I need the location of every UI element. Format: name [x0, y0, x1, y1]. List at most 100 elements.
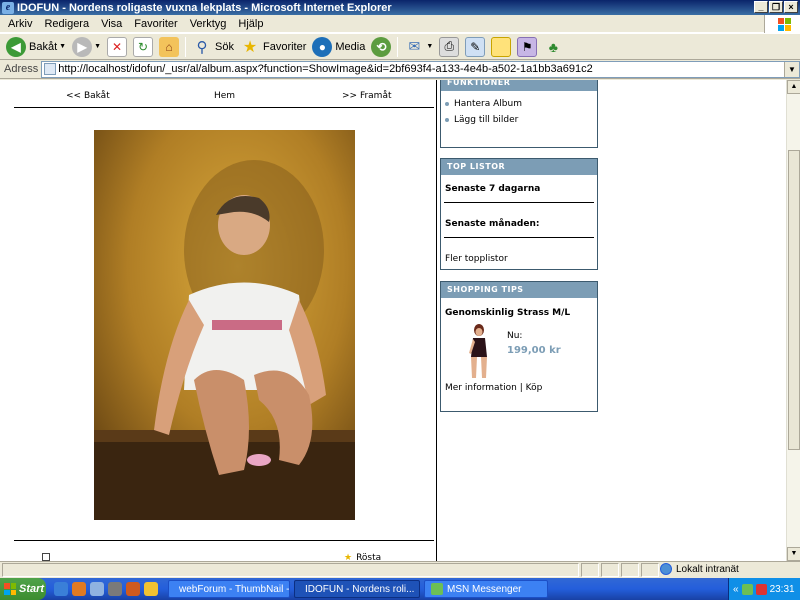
forward-button[interactable]: ▶ ▼	[69, 35, 104, 58]
restore-button[interactable]: ❐	[769, 1, 783, 13]
chevron-down-icon: ▼	[59, 43, 67, 50]
last-7-days-label: Senaste 7 dagarna	[445, 184, 541, 194]
chevron-down-icon: ▼	[94, 43, 102, 50]
print-button[interactable]: ⎙	[436, 35, 462, 58]
discuss-button[interactable]	[488, 35, 514, 58]
search-button[interactable]: ⚲ Sök	[189, 35, 237, 58]
media-button[interactable]: ● Media	[309, 35, 368, 58]
start-label: Start	[19, 583, 45, 595]
menu-bar: Arkiv Redigera Visa Favoriter Verktyg Hj…	[0, 15, 800, 33]
app-quicklaunch-icon[interactable]	[72, 582, 86, 596]
comment-icon	[42, 553, 50, 561]
menu-redigera[interactable]: Redigera	[38, 18, 95, 30]
manage-album-link[interactable]: Hantera Album	[454, 99, 522, 109]
product-image[interactable]	[461, 323, 497, 379]
desktop-quicklaunch-icon[interactable]	[90, 582, 104, 596]
taskbar-item-messenger[interactable]: MSN Messenger	[424, 580, 548, 598]
refresh-icon: ↻	[133, 36, 154, 57]
research-icon: ⚑	[517, 36, 538, 57]
refresh-button[interactable]: ↻	[130, 35, 156, 58]
standard-toolbar: ◀ Bakåt ▼ ▶ ▼ ✕ ↻ ⌂ ⚲ Sök ★ Favoriter ● …	[0, 33, 800, 60]
research-button[interactable]: ⚑	[514, 35, 540, 58]
windows-flag-icon	[4, 583, 16, 595]
link-divider: |	[519, 383, 523, 393]
taskbar-item-idofun[interactable]: IDOFUN - Nordens roli...	[294, 580, 420, 598]
app-quicklaunch-icon[interactable]	[108, 582, 122, 596]
edit-button[interactable]: ✎	[462, 35, 488, 58]
home-button[interactable]: ⌂	[156, 35, 182, 58]
mail-icon: ✉	[408, 38, 421, 54]
shopping-tips-box: SHOPPING TIPS Genomskinlig Strass M/L Nu…	[440, 281, 598, 412]
messenger-button[interactable]: ♣	[540, 35, 566, 58]
menu-favoriter[interactable]: Favoriter	[128, 18, 183, 30]
start-button[interactable]: Start	[0, 578, 46, 600]
tray-expand-button[interactable]: «	[733, 584, 739, 595]
scrollbar-thumb[interactable]	[788, 150, 800, 450]
messenger-icon: ♣	[548, 38, 558, 55]
comment-link[interactable]	[42, 553, 50, 561]
list-item[interactable]: Hantera Album	[441, 91, 597, 112]
menu-visa[interactable]: Visa	[95, 18, 128, 30]
shopping-tips-header: SHOPPING TIPS	[441, 282, 597, 298]
system-tray: « 23:31	[728, 578, 800, 600]
firefox-quicklaunch-icon[interactable]	[126, 582, 140, 596]
mail-button[interactable]: ✉ ▼	[401, 35, 436, 58]
address-dropdown-button[interactable]: ▼	[784, 61, 799, 77]
address-url[interactable]: http://localhost/idofun/_usr/al/album.as…	[58, 63, 593, 75]
taskbar-item-webforum[interactable]: webForum - ThumbNail - ...	[168, 580, 290, 598]
prev-image-link[interactable]: << Bakåt	[66, 91, 110, 101]
minimize-button[interactable]: _	[754, 1, 768, 13]
menu-arkiv[interactable]: Arkiv	[0, 18, 38, 30]
more-info-link[interactable]: Mer information	[445, 383, 517, 393]
security-alert-icon[interactable]	[755, 583, 767, 595]
add-images-link[interactable]: Lägg till bilder	[454, 115, 518, 125]
task-label: webForum - ThumbNail - ...	[179, 583, 290, 595]
close-button[interactable]: ×	[784, 1, 798, 13]
buy-link[interactable]: Köp	[526, 383, 543, 393]
ie-quicklaunch-icon[interactable]	[54, 582, 68, 596]
product-name[interactable]: Genomskinlig Strass M/L	[441, 298, 597, 321]
more-toplists-link[interactable]: Fler topplistor	[441, 238, 597, 267]
vertical-scrollbar[interactable]: ▲ ▼	[786, 80, 800, 561]
top-lists-box: TOP LISTOR Senaste 7 dagarna Senaste mån…	[440, 158, 598, 270]
functions-box: FUNKTIONER Hantera Album Lägg till bilde…	[440, 80, 598, 148]
page-icon	[44, 63, 57, 75]
star-icon: ★	[242, 38, 258, 56]
menu-verktyg[interactable]: Verktyg	[184, 18, 233, 30]
stop-button[interactable]: ✕	[104, 35, 130, 58]
album-photo-image	[94, 130, 355, 520]
stop-icon: ✕	[107, 36, 128, 57]
scroll-down-button[interactable]: ▼	[787, 547, 800, 561]
window-controls: _ ❐ ×	[754, 1, 798, 13]
vote-link[interactable]: ★ Rösta	[344, 553, 381, 561]
list-item[interactable]: Lägg till bilder	[441, 112, 597, 128]
app-quicklaunch-icon[interactable]	[144, 582, 158, 596]
window-title-bar[interactable]: e IDOFUN - Nordens roligaste vuxna lekpl…	[0, 0, 800, 15]
history-button[interactable]: ⟲	[368, 35, 394, 58]
forward-arrow-icon: ▶	[72, 36, 93, 57]
favorites-button[interactable]: ★ Favoriter	[237, 35, 309, 58]
album-panel: << Bakåt Hem >> Framåt ★ Rösta	[0, 80, 437, 561]
scroll-up-button[interactable]: ▲	[787, 80, 800, 94]
back-button[interactable]: ◀ Bakåt ▼	[3, 35, 69, 58]
task-label: MSN Messenger	[447, 583, 522, 595]
clock[interactable]: 23:31	[770, 584, 795, 595]
album-bottom-bar: ★ Rösta	[14, 540, 434, 561]
print-icon: ⎙	[439, 36, 460, 57]
address-label: Adress	[4, 63, 39, 75]
quick-launch	[54, 582, 158, 596]
menu-hjalp[interactable]: Hjälp	[232, 18, 269, 30]
next-image-link[interactable]: >> Framåt	[342, 91, 392, 101]
network-icon[interactable]	[741, 583, 753, 595]
star-icon: ★	[344, 553, 353, 561]
security-zone: Lokalt intranät	[660, 563, 739, 575]
product-links: Mer information | Köp	[441, 379, 597, 396]
address-input[interactable]: http://localhost/idofun/_usr/al/album.as…	[41, 60, 800, 78]
bullet-icon	[445, 117, 449, 122]
status-cell	[641, 563, 659, 577]
intranet-icon	[660, 563, 672, 575]
windows-logo-icon	[764, 15, 800, 33]
home-link[interactable]: Hem	[214, 91, 235, 101]
top-lists-header: TOP LISTOR	[441, 159, 597, 175]
ie-logo-icon: e	[2, 1, 14, 14]
